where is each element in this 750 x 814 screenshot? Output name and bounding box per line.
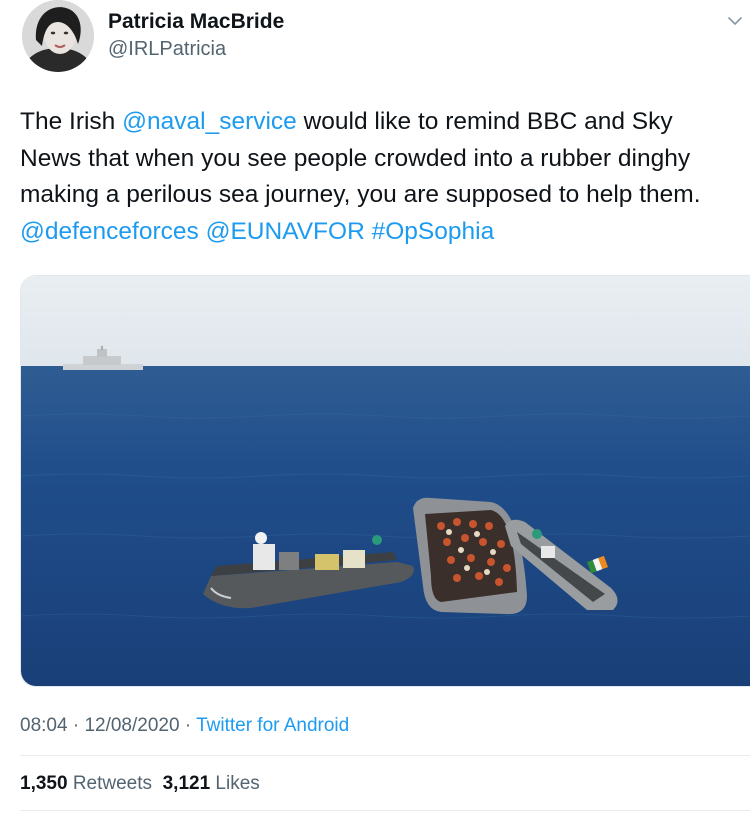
divider: [20, 810, 750, 811]
meta-separator: ·: [67, 715, 85, 736]
tweet-time[interactable]: 08:04: [20, 715, 68, 736]
retweets-count: 1,350: [20, 773, 68, 794]
mention-eunavfor[interactable]: @EUNAVFOR: [206, 218, 365, 245]
author-name[interactable]: Patricia MacBride: [108, 10, 284, 34]
tweet-meta: 08:04 · 12/08/2020 · Twitter for Android: [20, 715, 349, 737]
retweets-label: Retweets: [72, 773, 153, 794]
tweet-text-part: The Irish: [20, 108, 123, 135]
likes-count: 3,121: [162, 773, 211, 794]
avatar[interactable]: [22, 0, 94, 72]
tweet-text: The Irish @naval_service would like to r…: [20, 104, 740, 250]
retweets-stat[interactable]: 1,350 Retweets: [20, 773, 152, 794]
tweet-photo[interactable]: [20, 275, 750, 687]
meta-separator: ·: [179, 715, 197, 736]
mention-naval-service[interactable]: @naval_service: [122, 108, 297, 135]
likes-stat[interactable]: 3,121 Likes: [163, 773, 260, 794]
tweet-source[interactable]: Twitter for Android: [196, 715, 349, 736]
hashtag-opsophia[interactable]: #OpSophia: [372, 218, 495, 245]
divider: [20, 755, 750, 756]
author-handle[interactable]: @IRLPatricia: [108, 38, 226, 61]
tweet-date[interactable]: 12/08/2020: [84, 715, 179, 736]
tweet-stats: 1,350 Retweets 3,121 Likes: [20, 773, 260, 795]
mention-defenceforces[interactable]: @defenceforces: [20, 218, 199, 245]
likes-label: Likes: [215, 773, 260, 794]
chevron-down-icon[interactable]: [724, 10, 746, 32]
